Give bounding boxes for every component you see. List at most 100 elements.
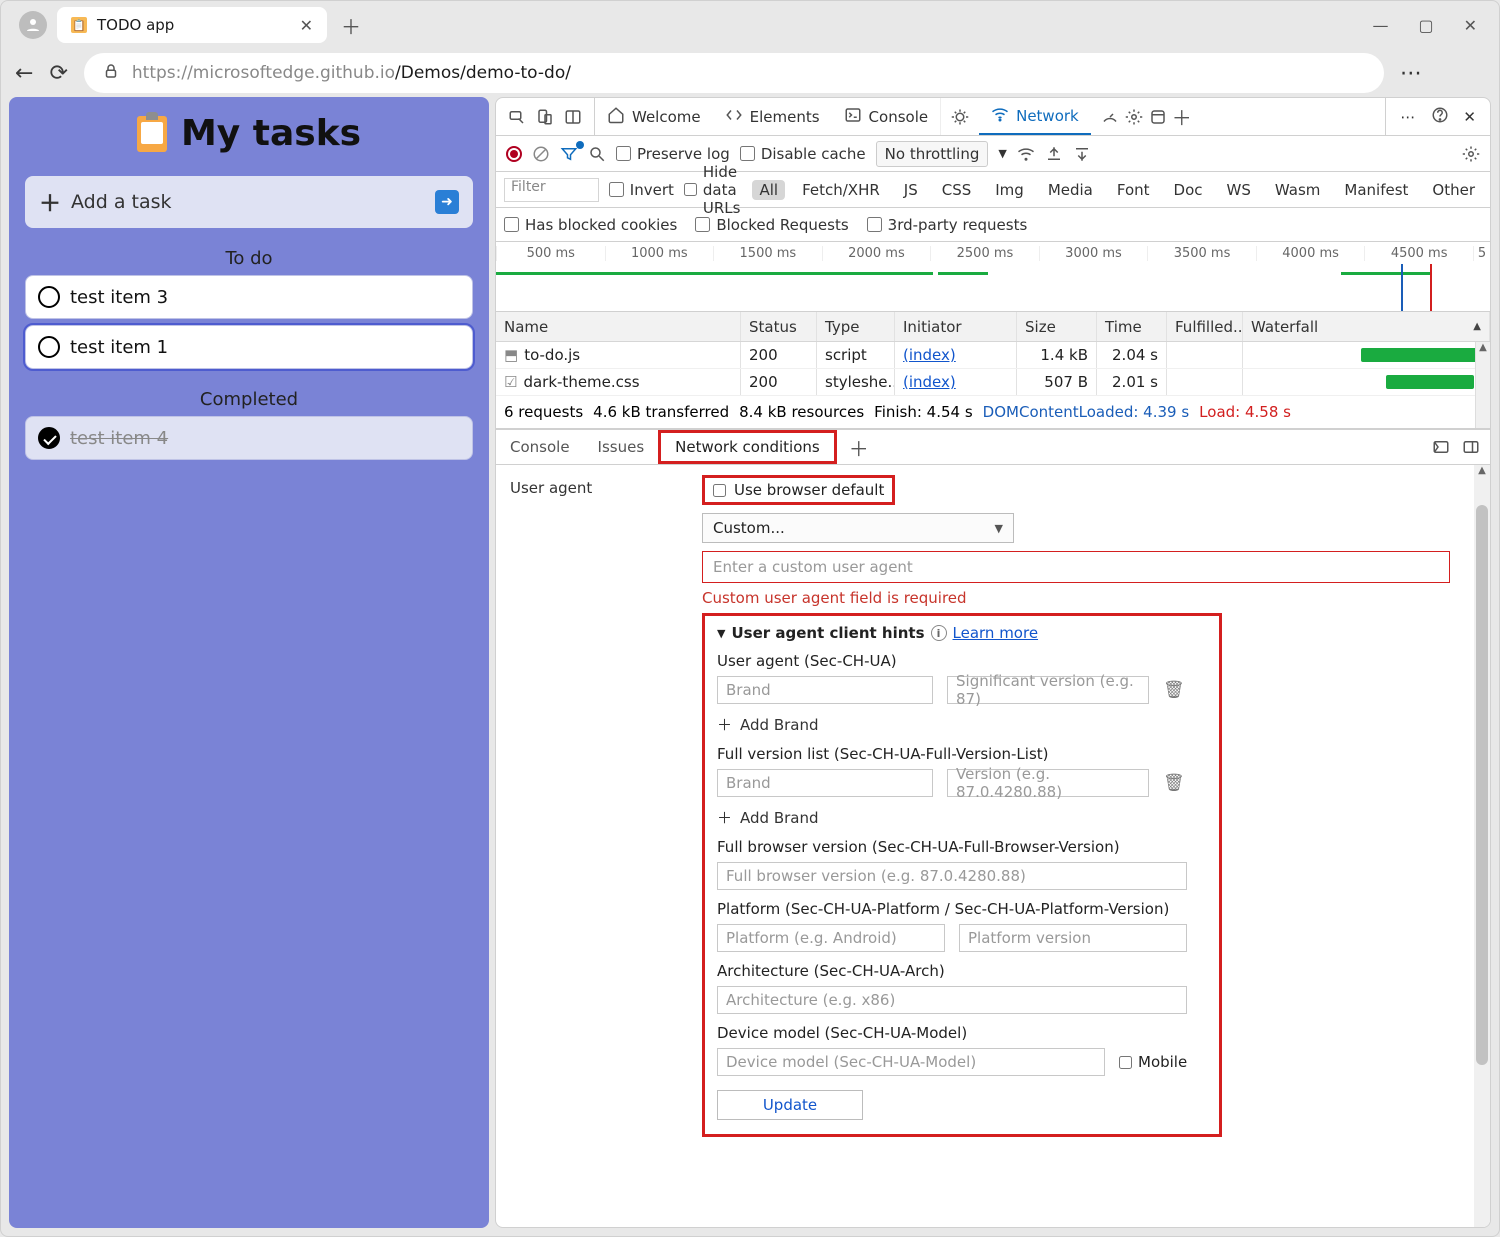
update-button[interactable]: Update <box>717 1090 863 1120</box>
filter-type[interactable]: Manifest <box>1337 180 1415 200</box>
significant-version-input[interactable]: Significant version (e.g. 87) <box>947 676 1149 704</box>
task-checkbox[interactable] <box>38 286 60 308</box>
bug-icon[interactable] <box>951 108 969 126</box>
import-har-icon[interactable] <box>1045 145 1063 163</box>
table-row[interactable]: ☑dark-theme.css 200 styleshe... (index) … <box>496 369 1490 396</box>
task-item[interactable]: test item 1 <box>25 325 473 369</box>
architecture-input[interactable]: Architecture (e.g. x86) <box>717 986 1187 1014</box>
throttling-select[interactable]: No throttling <box>876 141 989 167</box>
tab-elements[interactable]: Elements <box>713 98 832 135</box>
filter-type[interactable]: Doc <box>1167 180 1210 200</box>
version-input[interactable]: Version (e.g. 87.0.4280.88) <box>947 769 1149 797</box>
disable-cache-checkbox[interactable]: Disable cache <box>740 145 866 163</box>
table-scrollbar[interactable]: ▲ <box>1475 342 1490 428</box>
task-item-completed[interactable]: test item 4 <box>25 416 473 460</box>
performance-icon[interactable] <box>1101 108 1119 126</box>
drawer-expand-icon[interactable] <box>1462 438 1480 456</box>
trash-icon[interactable]: 🗑 <box>1163 680 1185 700</box>
wifi-conditions-icon[interactable] <box>1017 145 1035 163</box>
help-icon[interactable] <box>1431 106 1449 128</box>
full-browser-version-input[interactable]: Full browser version (e.g. 87.0.4280.88) <box>717 862 1187 890</box>
clear-icon[interactable] <box>532 145 550 163</box>
device-emulation-icon[interactable] <box>536 108 554 126</box>
export-har-icon[interactable] <box>1073 145 1091 163</box>
filter-type[interactable]: Fetch/XHR <box>795 180 887 200</box>
profile-avatar[interactable] <box>19 11 47 39</box>
more-tools-icon[interactable]: ⋯ <box>1400 108 1417 126</box>
brand-input-2[interactable]: Brand <box>717 769 933 797</box>
col-name[interactable]: Name <box>496 312 741 341</box>
tab-welcome[interactable]: Welcome <box>595 98 713 135</box>
filter-type[interactable]: Img <box>988 180 1031 200</box>
browser-menu-button[interactable]: ⋯ <box>1400 61 1424 86</box>
platform-version-input[interactable]: Platform version <box>959 924 1187 952</box>
user-agent-select[interactable]: Custom... ▼ <box>702 513 1014 543</box>
disclosure-triangle-icon[interactable]: ▼ <box>717 627 725 640</box>
col-initiator[interactable]: Initiator <box>895 312 1017 341</box>
initiator-link[interactable]: (index) <box>903 346 956 364</box>
col-status[interactable]: Status <box>741 312 817 341</box>
custom-user-agent-input[interactable]: Enter a custom user agent <box>702 551 1450 583</box>
blocked-requests-checkbox[interactable]: Blocked Requests <box>695 216 848 234</box>
add-tab-icon[interactable]: ＋ <box>1173 108 1191 126</box>
add-task-input[interactable]: ＋ Add a task ➜ <box>25 176 473 228</box>
refresh-button[interactable]: ⟳ <box>49 61 67 86</box>
drawer-dock-icon[interactable] <box>1432 438 1450 456</box>
filter-type[interactable]: Font <box>1110 180 1157 200</box>
network-settings-icon[interactable] <box>1462 145 1480 163</box>
col-fulfilled[interactable]: Fulfilled... <box>1167 312 1243 341</box>
info-icon[interactable]: i <box>931 625 947 641</box>
tab-close-icon[interactable]: ✕ <box>300 16 313 35</box>
filter-type[interactable]: Wasm <box>1268 180 1328 200</box>
filter-type[interactable]: Media <box>1041 180 1100 200</box>
filter-type[interactable]: JS <box>897 180 925 200</box>
settings-gear-icon[interactable] <box>1125 108 1143 126</box>
learn-more-link[interactable]: Learn more <box>953 624 1039 642</box>
filter-toggle-icon[interactable] <box>560 145 578 163</box>
has-blocked-cookies-checkbox[interactable]: Has blocked cookies <box>504 216 677 234</box>
filter-input[interactable]: Filter <box>504 178 599 202</box>
preserve-log-checkbox[interactable]: Preserve log <box>616 145 730 163</box>
platform-input[interactable]: Platform (e.g. Android) <box>717 924 945 952</box>
search-icon[interactable] <box>588 145 606 163</box>
task-checkbox[interactable] <box>38 336 60 358</box>
drawer-tab-console[interactable]: Console <box>496 430 584 464</box>
drawer-scrollbar[interactable]: ▲ <box>1474 465 1490 1227</box>
col-type[interactable]: Type <box>817 312 895 341</box>
network-timeline[interactable]: 500 ms 1000 ms 1500 ms 2000 ms 2500 ms 3… <box>496 242 1490 312</box>
site-info-lock-icon[interactable] <box>102 62 120 85</box>
table-row[interactable]: ⬒to-do.js 200 script (index) 1.4 kB 2.04… <box>496 342 1490 369</box>
filter-type-all[interactable]: All <box>752 180 785 200</box>
device-model-input[interactable]: Device model (Sec-CH-UA-Model) <box>717 1048 1105 1076</box>
invert-checkbox[interactable]: Invert <box>609 181 674 199</box>
back-button[interactable]: ← <box>15 61 33 86</box>
initiator-link[interactable]: (index) <box>903 373 956 391</box>
close-window-icon[interactable]: ✕ <box>1464 16 1477 35</box>
task-item[interactable]: test item 3 <box>25 275 473 319</box>
mobile-checkbox[interactable]: Mobile <box>1119 1053 1187 1071</box>
drawer-tab-issues[interactable]: Issues <box>584 430 659 464</box>
trash-icon[interactable]: 🗑 <box>1163 773 1185 793</box>
record-button[interactable] <box>506 146 522 162</box>
submit-task-button[interactable]: ➜ <box>435 190 459 214</box>
filter-type[interactable]: WS <box>1220 180 1258 200</box>
add-brand-button-2[interactable]: ＋ Add Brand <box>717 807 1207 828</box>
col-size[interactable]: Size <box>1017 312 1097 341</box>
address-bar[interactable]: https://microsoftedge.github.io/Demos/de… <box>84 53 1384 93</box>
col-time[interactable]: Time <box>1097 312 1167 341</box>
tab-console[interactable]: Console <box>832 98 941 135</box>
new-tab-button[interactable]: ＋ <box>341 11 361 40</box>
application-icon[interactable] <box>1149 108 1167 126</box>
drawer-add-tab[interactable]: ＋ <box>837 433 881 462</box>
tab-network[interactable]: Network <box>979 98 1091 135</box>
filter-type[interactable]: Other <box>1425 180 1482 200</box>
task-checkbox-done[interactable] <box>38 427 60 449</box>
browser-tab[interactable]: 📋 TODO app ✕ <box>57 7 327 43</box>
third-party-checkbox[interactable]: 3rd-party requests <box>867 216 1028 234</box>
maximize-icon[interactable]: ▢ <box>1418 16 1433 35</box>
close-devtools-icon[interactable]: ✕ <box>1463 108 1476 126</box>
add-brand-button[interactable]: ＋ Add Brand <box>717 714 1207 735</box>
filter-type[interactable]: CSS <box>935 180 979 200</box>
minimize-icon[interactable]: — <box>1372 16 1388 35</box>
inspect-element-icon[interactable] <box>508 108 526 126</box>
